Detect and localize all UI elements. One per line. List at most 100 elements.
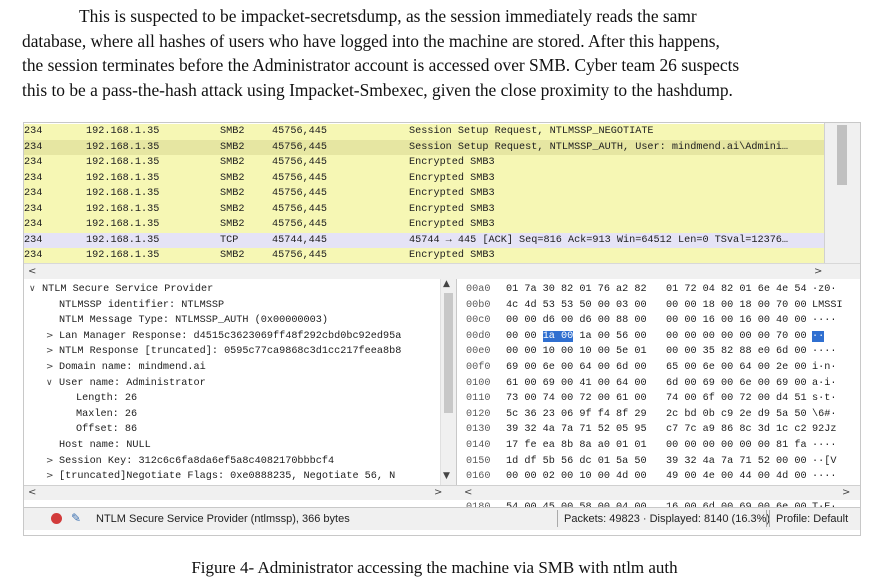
hex-offset: 0140 bbox=[466, 440, 491, 451]
packet-bytes-pane: 00a0 01 7a 30 82 01 76 a2 82 01 72 04 82 0… bbox=[458, 279, 860, 513]
packet-protocol: SMB2 bbox=[220, 126, 245, 137]
packet-source: 192.168.1.35 bbox=[86, 141, 160, 153]
scroll-right-icon[interactable]: > bbox=[814, 264, 822, 279]
packet-row[interactable]: 234 192.168.1.35 SMB2 45756,445 Encrypted SM… bbox=[24, 155, 824, 171]
detail-tree-item[interactable]: Length: 26 bbox=[24, 391, 439, 407]
scroll-left-icon[interactable]: < bbox=[464, 486, 472, 500]
detail-tree-item[interactable]: Offset: 86 bbox=[24, 422, 439, 438]
packet-list-hscrollbar[interactable]: < > bbox=[24, 263, 860, 279]
packet-info: Encrypted SMB3 bbox=[409, 250, 495, 261]
edit-comment-icon[interactable]: ✎ bbox=[71, 511, 81, 525]
detail-text: Maxlen: 26 bbox=[76, 408, 138, 420]
packet-source: 192.168.1.35 bbox=[86, 126, 160, 137]
detail-tree-item[interactable]: ∨ NTLM Secure Service Provider bbox=[24, 282, 439, 298]
packet-number: 234 bbox=[24, 188, 43, 199]
detail-tree-item[interactable]: NTLM Message Type: NTLMSSP_AUTH (0x00000… bbox=[24, 313, 439, 329]
hex-ascii: ·z0· bbox=[812, 284, 837, 295]
hex-bytes: 00 00 00 00 00 00 81 fa bbox=[666, 440, 807, 451]
detail-text: Offset: 86 bbox=[76, 424, 138, 436]
scroll-down-icon[interactable]: ▼ bbox=[443, 471, 450, 481]
bottom-hscrollbar[interactable]: < > < > bbox=[24, 485, 860, 500]
hex-offset: 0130 bbox=[466, 424, 491, 436]
hex-offset: 00e0 bbox=[466, 346, 491, 358]
packet-ports: 45756,445 bbox=[272, 188, 328, 199]
packet-source: 192.168.1.35 bbox=[86, 250, 160, 261]
hex-ascii: \6#· bbox=[812, 408, 837, 420]
detail-scrollbar[interactable]: ▲ ▼ bbox=[440, 279, 456, 485]
packet-detail-pane: > [truncated]Negotiate Flags: 0xe0888235,… bbox=[24, 279, 457, 485]
scroll-right-icon[interactable]: > bbox=[842, 486, 850, 500]
packet-row[interactable]: 234 192.168.1.35 SMB2 45756,445 Encrypted SM… bbox=[24, 170, 824, 186]
packet-row[interactable]: 234 192.168.1.35 SMB2 45756,445 Encrypted SM… bbox=[24, 201, 824, 217]
detail-text: NTLM Message Type: NTLMSSP_AUTH (0x00000… bbox=[59, 315, 328, 327]
hex-bytes: c7 7c a9 86 8c 3d 1c c2 bbox=[666, 424, 807, 436]
chevron-right-icon[interactable]: > bbox=[46, 344, 54, 360]
scrollbar-thumb[interactable] bbox=[837, 125, 847, 185]
hex-ascii: ·· bbox=[812, 329, 858, 345]
hex-offset: 00f0 bbox=[466, 362, 491, 373]
hex-bytes: 1d df 5b 56 dc 01 5a 50 bbox=[506, 455, 647, 467]
packet-info: Encrypted SMB3 bbox=[409, 203, 495, 215]
detail-tree-item[interactable]: > NTLM Response [truncated]: 0595c77ca986… bbox=[24, 344, 439, 360]
packet-number: 234 bbox=[24, 157, 43, 168]
packet-row[interactable]: 234 192.168.1.35 SMB2 45756,445 Session Setu… bbox=[24, 139, 824, 155]
chevron-right-icon[interactable]: > bbox=[46, 469, 54, 485]
hex-ascii: LMSSI bbox=[812, 299, 843, 311]
packet-source: 192.168.1.35 bbox=[86, 234, 160, 246]
divider bbox=[766, 510, 767, 527]
hex-ascii: i·n· bbox=[812, 362, 837, 373]
packet-source: 192.168.1.35 bbox=[86, 203, 160, 215]
detail-tree-item[interactable]: ∨ User name: Administrator bbox=[24, 376, 439, 392]
packet-ports: 45756,445 bbox=[272, 203, 328, 215]
packet-protocol: SMB2 bbox=[220, 141, 245, 153]
packet-row[interactable]: 234 192.168.1.35 SMB2 45756,445 Session Setu… bbox=[24, 124, 824, 140]
packet-list-scrollbar[interactable] bbox=[824, 123, 860, 263]
detail-tree-item[interactable]: Host name: NULL bbox=[24, 438, 439, 454]
hex-offset: 0120 bbox=[466, 408, 491, 420]
scroll-left-icon[interactable]: < bbox=[28, 264, 36, 279]
detail-tree-item[interactable]: > Lan Manager Response: d4515c3623069ff48… bbox=[24, 329, 439, 345]
hex-offset: 0160 bbox=[466, 471, 491, 483]
packet-ports: 45744,445 bbox=[272, 234, 328, 246]
chevron-down-icon[interactable]: ∨ bbox=[29, 282, 36, 298]
scroll-left-icon[interactable]: < bbox=[28, 486, 36, 500]
hex-bytes: 00 00 00 00 00 00 70 00 bbox=[666, 330, 807, 342]
packet-protocol: SMB2 bbox=[220, 157, 245, 168]
hex-bytes: 2c bd 0b c9 2e d9 5a 50 bbox=[666, 408, 807, 420]
packet-row[interactable]: 234 192.168.1.35 TCP 45744,445 45744 → 445 [… bbox=[24, 232, 824, 248]
scroll-right-icon[interactable]: > bbox=[434, 486, 442, 500]
packet-row[interactable]: 234 192.168.1.35 SMB2 45756,445 Encrypted SM… bbox=[24, 248, 824, 264]
packet-row[interactable]: 234 192.168.1.35 SMB2 45756,445 Encrypted SM… bbox=[24, 217, 824, 233]
scrollbar-thumb[interactable] bbox=[444, 293, 453, 413]
capture-status-icon[interactable] bbox=[51, 513, 62, 524]
detail-tree-item[interactable]: > Session Key: 312c6c6fa8da6ef5a8c4082170… bbox=[24, 454, 439, 470]
packet-info: Encrypted SMB3 bbox=[409, 188, 495, 199]
detail-tree-item[interactable]: NTLMSSP identifier: NTLMSSP bbox=[24, 298, 439, 314]
hex-ascii: ···· bbox=[812, 471, 837, 483]
packet-ports: 45756,445 bbox=[272, 172, 328, 184]
hex-bytes: 49 00 4e 00 44 00 4d 00 bbox=[666, 471, 807, 483]
chevron-right-icon[interactable]: > bbox=[46, 329, 54, 345]
detail-tree-item[interactable]: Maxlen: 26 bbox=[24, 407, 439, 423]
divider bbox=[557, 510, 558, 527]
hex-bytes: 5c 36 23 06 9f f4 8f 29 bbox=[506, 408, 647, 420]
detail-text: Lan Manager Response: d4515c3623069ff48f… bbox=[59, 330, 402, 342]
hex-bytes: 39 32 4a 7a 71 52 00 00 bbox=[666, 455, 807, 467]
packet-number: 234 bbox=[24, 203, 43, 215]
hex-bytes: 17 fe ea 8b 8a a0 01 01 bbox=[506, 440, 647, 451]
hex-bytes: 00 00 10 00 10 00 5e 01 bbox=[506, 346, 647, 358]
chevron-down-icon[interactable]: ∨ bbox=[46, 376, 53, 392]
divider bbox=[769, 510, 770, 527]
hex-offset: 00c0 bbox=[466, 315, 491, 327]
profile-label[interactable]: Profile: Default bbox=[776, 513, 848, 525]
hex-bytes: 39 32 4a 7a 71 52 05 95 bbox=[506, 424, 647, 436]
detail-tree-item[interactable]: > [truncated]Negotiate Flags: 0xe0888235,… bbox=[24, 469, 439, 485]
scroll-up-icon[interactable]: ▲ bbox=[443, 279, 450, 289]
figure-caption: Figure 4- Administrator accessing the ma… bbox=[191, 558, 678, 577]
packet-info: 45744 → 445 [ACK] Seq=816 Ack=913 Win=64… bbox=[409, 234, 789, 246]
detail-tree-item[interactable]: > Domain name: mindmend.ai bbox=[24, 360, 439, 376]
chevron-right-icon[interactable]: > bbox=[46, 360, 54, 376]
chevron-right-icon[interactable]: > bbox=[46, 454, 54, 470]
packet-protocol: SMB2 bbox=[220, 203, 245, 215]
packet-row[interactable]: 234 192.168.1.35 SMB2 45756,445 Encrypted SM… bbox=[24, 186, 824, 202]
